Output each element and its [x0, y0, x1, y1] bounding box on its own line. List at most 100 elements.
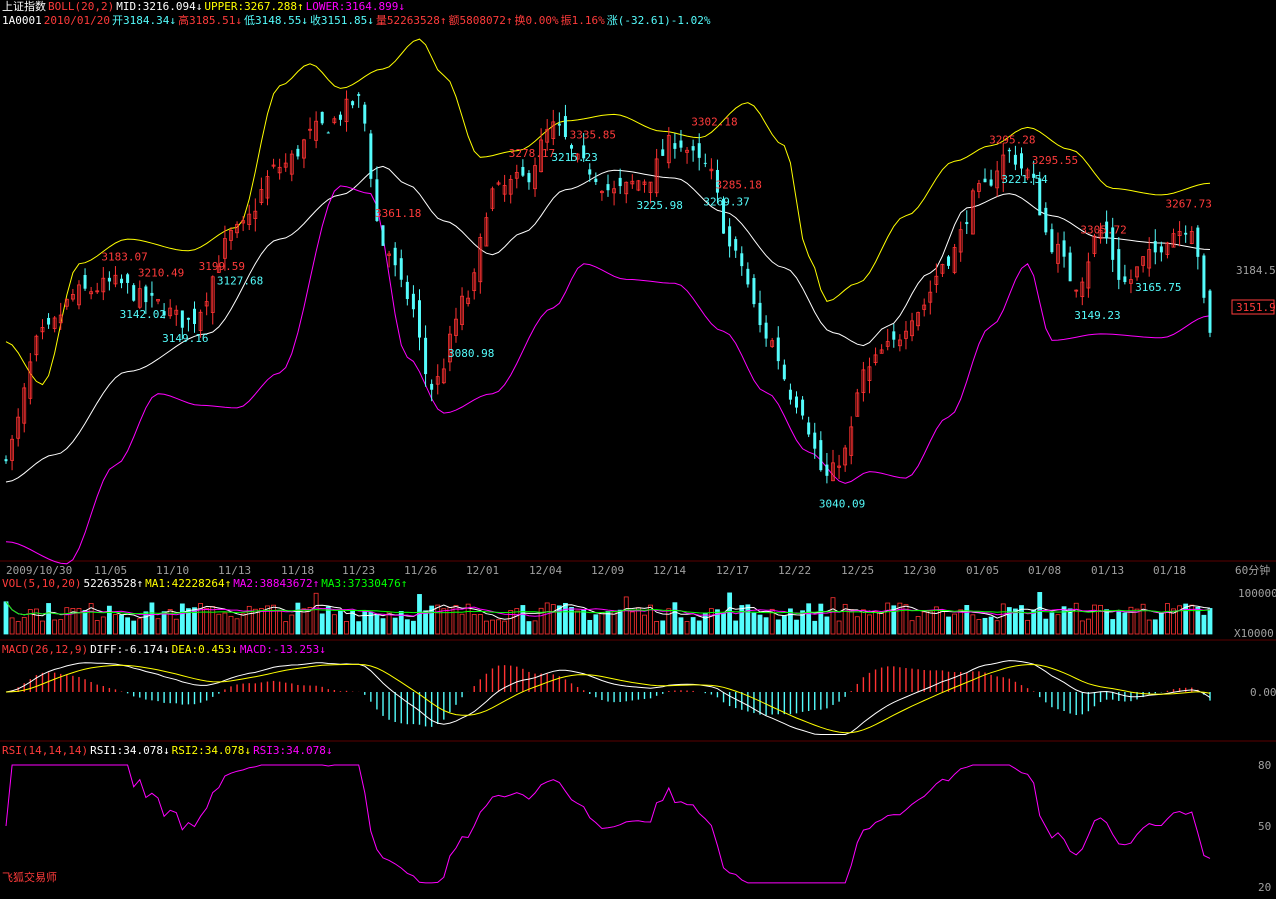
candle-body: [728, 226, 732, 247]
volume-bar: [94, 620, 100, 635]
volume-bar: [794, 619, 799, 635]
volume-bar: [374, 613, 380, 635]
volume-bar: [1061, 606, 1067, 635]
candle-body: [892, 331, 896, 340]
candle-body: [399, 258, 403, 280]
volume-bar: [411, 620, 416, 635]
volume-bar: [277, 610, 283, 635]
candle-body: [703, 162, 707, 164]
high-price-label: 3295.28: [989, 134, 1035, 147]
high-price-label: 3210.49: [138, 267, 184, 280]
volume-bar: [131, 620, 137, 635]
candle-body: [527, 173, 531, 183]
stock-chart[interactable]: 3361.18 3335.85 3302.18 3285.18 3278.17 3210.…: [0, 0, 1276, 899]
header-segment: VOL(5,10,20): [2, 577, 82, 590]
low-price-label: 3149.16: [162, 332, 208, 345]
volume-bar: [155, 618, 161, 635]
candle-body: [679, 140, 683, 148]
candle-body: [989, 179, 993, 186]
volume-bar: [629, 611, 635, 635]
volume-bar: [556, 605, 562, 635]
candle-body: [296, 148, 300, 157]
candle-body: [983, 178, 987, 183]
header-segment: RSI2:34.078↓: [171, 744, 252, 757]
candle-body: [947, 256, 951, 266]
candle-body: [1202, 255, 1206, 298]
volume-bar: [550, 604, 556, 635]
volume-bar: [1098, 604, 1103, 635]
volume-bar: [763, 617, 769, 635]
candle-body: [83, 274, 87, 289]
volume-bar: [806, 603, 812, 635]
volume-bar: [179, 603, 185, 635]
candle-body: [788, 389, 792, 400]
volume-bar: [356, 621, 362, 635]
x-axis-date-label: 01/13: [1091, 564, 1124, 577]
volume-bar: [976, 619, 982, 635]
quote-header: 1A0001 2010/01/20 开3184.34↓ 高3185.51↓ 低3148.…: [2, 14, 712, 27]
volume-bar: [40, 620, 45, 635]
volume-bar: [1073, 602, 1079, 635]
header-segment: 量52263528↑: [375, 14, 447, 27]
volume-bar: [642, 614, 647, 635]
volume-bar: [137, 618, 143, 635]
candle-body: [746, 268, 750, 285]
high-price-label: 3295.55: [1032, 154, 1078, 167]
volume-bar: [854, 616, 860, 635]
volume-bar: [222, 612, 228, 635]
volume-bar: [873, 611, 878, 635]
candle-body: [1117, 249, 1121, 280]
volume-bar: [599, 612, 605, 635]
volume-bar: [15, 621, 21, 635]
volume-bar: [100, 616, 106, 635]
volume-bar: [544, 602, 550, 635]
candle-body: [186, 317, 190, 320]
volume-bar: [64, 607, 70, 635]
volume-bar: [392, 617, 398, 635]
vol-header: VOL(5,10,20) 52263528↑ MA1:42228264↑ MA2:38…: [2, 577, 409, 590]
candle-body: [764, 322, 768, 339]
volume-bar: [125, 617, 131, 635]
volume-bar: [636, 607, 641, 635]
volume-bar: [216, 613, 222, 635]
low-price-label: 3142.02: [120, 308, 166, 321]
low-price-label: 3225.98: [636, 199, 682, 212]
volume-bar: [775, 619, 781, 635]
header-segment: 额5808072↑: [448, 14, 513, 27]
candle-body: [1050, 229, 1054, 253]
high-price-label: 3267.73: [1166, 198, 1212, 211]
volume-bar: [447, 606, 453, 635]
candle-body: [1208, 290, 1212, 333]
volume-bar: [757, 614, 763, 635]
volume-bar: [867, 614, 872, 635]
volume-bar: [745, 604, 751, 635]
candle-body: [521, 166, 525, 176]
header-segment: 涨(-32.61)-1.02%: [606, 14, 711, 27]
volume-bar: [952, 613, 958, 635]
volume-bar: [143, 611, 149, 635]
candle-body: [180, 310, 184, 328]
low-price-label: 3040.09: [819, 498, 865, 511]
candle-body: [752, 278, 756, 305]
rsi-axis-tick: 50: [1258, 820, 1271, 833]
volume-bar: [721, 613, 726, 635]
candle-body: [819, 440, 823, 471]
volume-bar: [526, 621, 532, 635]
candle-body: [1153, 241, 1157, 253]
low-price-label: 3127.68: [217, 275, 263, 288]
volume-bar: [617, 609, 623, 635]
volume-bar: [1146, 619, 1152, 635]
volume-bar: [1037, 592, 1043, 635]
candle-body: [758, 302, 762, 326]
candle-body: [661, 149, 665, 156]
header-segment: DEA:0.453↓: [171, 643, 238, 656]
candle-body: [47, 317, 51, 325]
header-segment: MACD:-13.253↓: [239, 643, 326, 656]
candle-body: [393, 247, 397, 266]
header-segment: MA2:38843672↑: [233, 577, 320, 590]
volume-bar: [210, 606, 216, 635]
volume-bar: [781, 615, 787, 635]
volume-bar: [970, 614, 976, 635]
volume-bar: [563, 602, 568, 635]
header-segment: 2010/01/20: [43, 14, 110, 27]
